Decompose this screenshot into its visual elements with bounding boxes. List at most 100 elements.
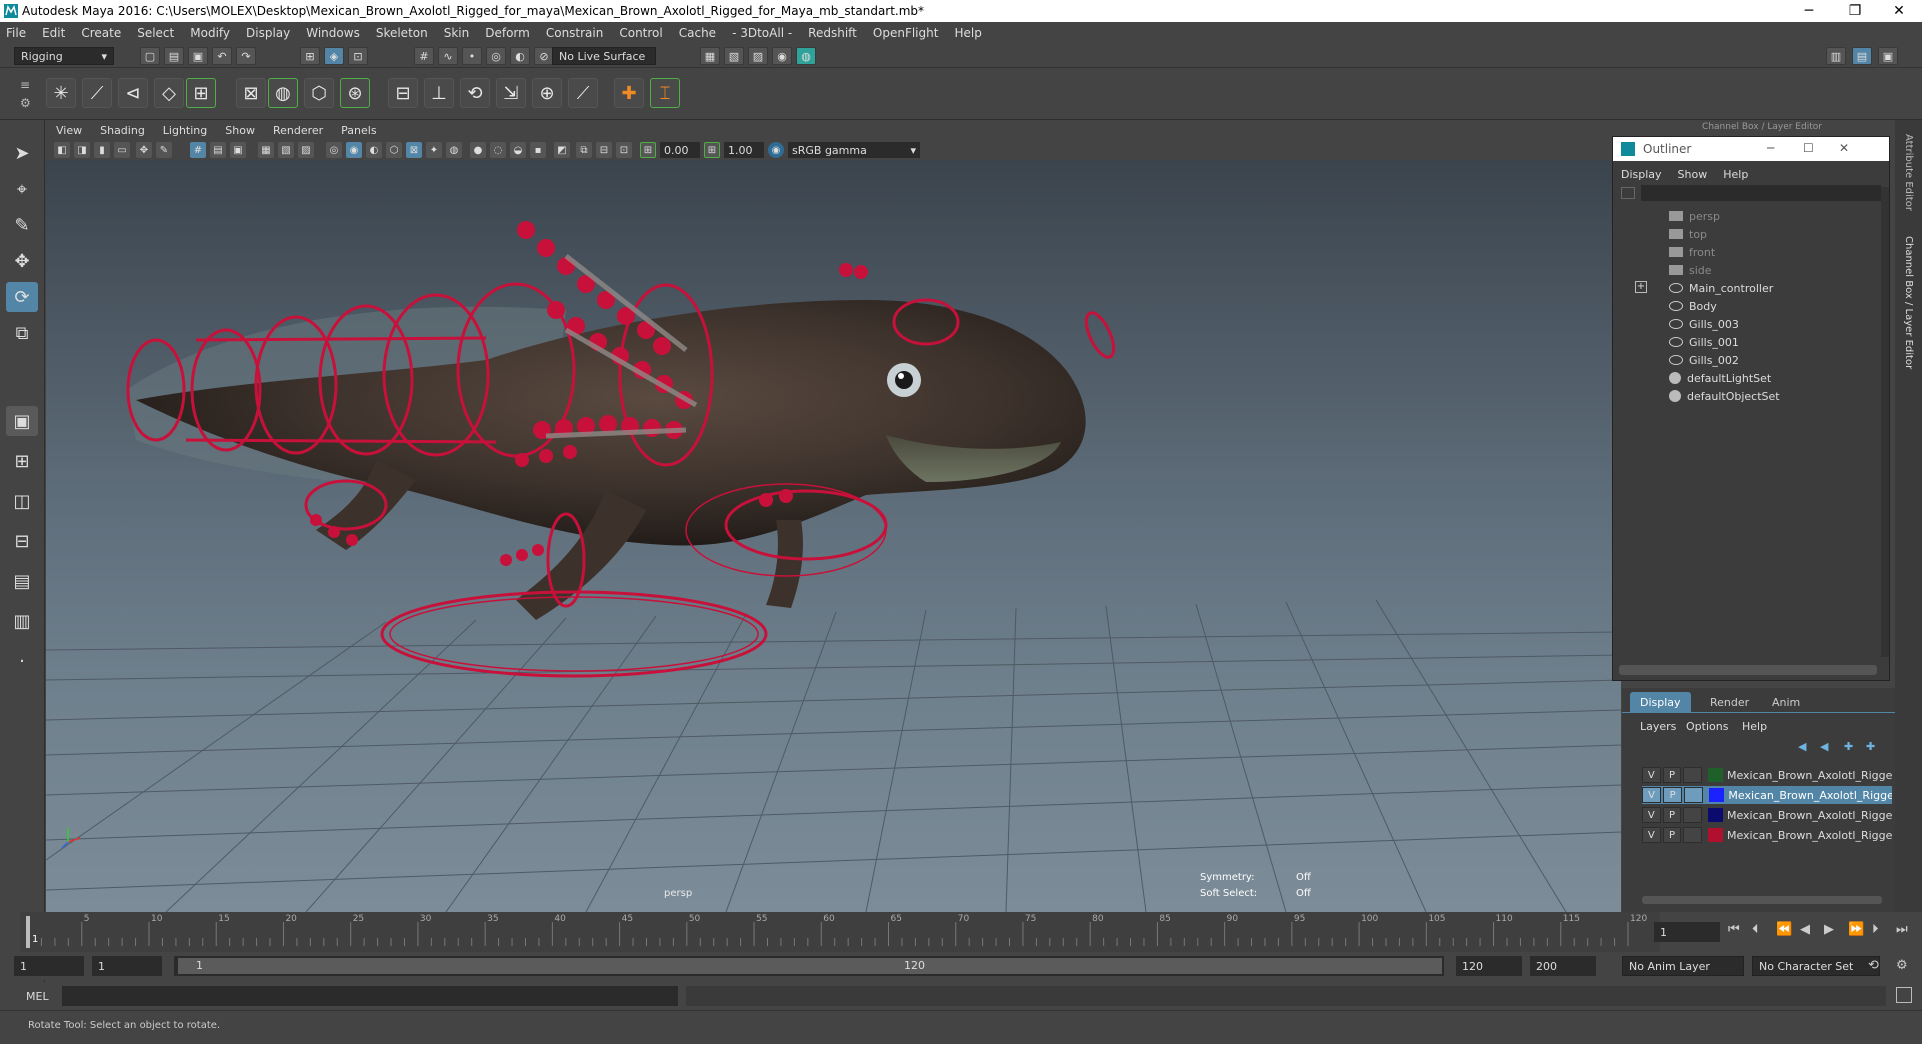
layer-color-swatch[interactable] (1708, 768, 1723, 782)
menu-create[interactable]: Create (81, 26, 121, 40)
locator-icon[interactable]: ✚ (614, 78, 644, 108)
render-view-icon[interactable]: ◍ (796, 47, 816, 65)
outliner-menu-display[interactable]: Display (1621, 168, 1662, 181)
layer-menu-options[interactable]: Options (1686, 720, 1728, 733)
outliner-item[interactable]: top (1669, 225, 1707, 243)
bookmark-icon[interactable]: ▮ (94, 142, 110, 158)
xray-joints-icon[interactable]: ⊟ (596, 142, 612, 158)
resolution-gate-icon[interactable]: ▣ (230, 142, 246, 158)
shelf-settings-icon[interactable]: ⚙ (20, 96, 31, 110)
outliner-menu-help[interactable]: Help (1723, 168, 1748, 181)
smooth-shade-icon[interactable]: ◉ (346, 142, 362, 158)
blend-shape-icon[interactable]: ⊛ (340, 78, 370, 108)
layer-visibility-toggle[interactable]: V (1642, 767, 1661, 783)
outliner-item[interactable]: side (1669, 261, 1712, 279)
scale-constraint-icon[interactable]: ⇲ (496, 78, 526, 108)
four-view-icon[interactable]: ⊞ (6, 446, 38, 476)
layer-row[interactable]: V P Mexican_Brown_Axolotl_Rigged_ (1642, 806, 1892, 824)
exposure-icon[interactable]: ⊞ (640, 142, 656, 158)
close-button[interactable]: ✕ (1839, 141, 1849, 155)
outliner-item[interactable]: Body (1669, 297, 1717, 315)
safe-action-icon[interactable]: ▨ (298, 142, 314, 158)
ambient-occlusion-icon[interactable]: ● (470, 142, 486, 158)
menu-deform[interactable]: Deform (485, 26, 530, 40)
camera-select-icon[interactable]: ◧ (54, 142, 70, 158)
menu-modify[interactable]: Modify (190, 26, 230, 40)
menu-display[interactable]: Display (246, 26, 290, 40)
xray-components-icon[interactable]: ⊡ (616, 142, 632, 158)
expand-icon[interactable]: + (1635, 281, 1647, 293)
outliner-item[interactable]: Main_controller (1669, 279, 1773, 297)
set-driven-key-icon[interactable]: ⌶ (650, 78, 680, 108)
persp-outliner-icon[interactable]: ▤ (6, 566, 38, 596)
layer-visibility-toggle[interactable]: V (1642, 787, 1662, 803)
live-surface-field[interactable]: No Live Surface (552, 47, 656, 65)
menu-skeleton[interactable]: Skeleton (376, 26, 428, 40)
range-slider-handle[interactable] (178, 958, 1442, 974)
grease-pencil-icon[interactable]: ✎ (156, 142, 172, 158)
insert-joint-icon[interactable]: ⟋ (82, 78, 112, 108)
render-current-icon[interactable]: ▦ (700, 47, 720, 65)
field-chart-icon[interactable]: ▧ (278, 142, 294, 158)
viewport-3d[interactable]: persp Symmetry: Off Soft Select: Off (46, 160, 1621, 912)
play-backward-icon[interactable]: ◀ (1800, 922, 1810, 937)
menu-constrain[interactable]: Constrain (546, 26, 604, 40)
select-component-icon[interactable]: ⊡ (348, 47, 368, 65)
menu-control[interactable]: Control (619, 26, 662, 40)
outliner-vscrollbar[interactable] (1881, 187, 1889, 657)
outliner-item[interactable]: persp (1669, 207, 1720, 225)
select-hierarchy-icon[interactable]: ⊞ (300, 47, 320, 65)
restore-button[interactable]: ❐ (1832, 0, 1878, 22)
open-scene-icon[interactable]: ▤ (164, 47, 184, 65)
layer-color-swatch[interactable] (1709, 788, 1725, 802)
paint-weights-icon[interactable]: ⊠ (236, 78, 266, 108)
isolate-select-icon[interactable]: ◩ (554, 142, 570, 158)
camera-attr-icon[interactable]: ◨ (74, 142, 90, 158)
anti-alias-icon[interactable]: ◒ (510, 142, 526, 158)
shadows-icon[interactable]: ◍ (446, 142, 462, 158)
mel-label[interactable]: MEL (26, 990, 49, 1003)
step-forward-key-icon[interactable]: ⏩ (1848, 922, 1864, 937)
film-gate-icon[interactable]: ▤ (210, 142, 226, 158)
new-layer-selected-icon[interactable]: ✚ (1866, 740, 1875, 753)
gamma-field[interactable]: 1.00 (724, 142, 764, 158)
go-to-end-icon[interactable]: ⏭ (1896, 922, 1908, 937)
gate-mask-icon[interactable]: ▦ (258, 142, 274, 158)
menu-cache[interactable]: Cache (679, 26, 716, 40)
play-forward-icon[interactable]: ▶ (1824, 922, 1834, 937)
layer-type-toggle[interactable] (1683, 767, 1703, 783)
render-settings-icon[interactable]: ▨ (748, 47, 768, 65)
maximize-button[interactable]: ☐ (1803, 141, 1814, 155)
outliner-item[interactable]: Gills_002 (1669, 351, 1739, 369)
close-button[interactable]: ✕ (1876, 0, 1922, 22)
current-frame-field[interactable]: 1 (1654, 922, 1720, 942)
layer-type-toggle[interactable] (1683, 807, 1703, 823)
outliner-item[interactable]: defaultLightSet (1669, 369, 1771, 387)
select-object-icon[interactable]: ◈ (324, 47, 344, 65)
gamma-icon[interactable]: ⊞ (704, 142, 720, 158)
menu-help[interactable]: Help (954, 26, 981, 40)
end-time-field[interactable]: 200 (1530, 956, 1596, 976)
menu-skin[interactable]: Skin (444, 26, 470, 40)
wireframe-icon[interactable]: ◎ (326, 142, 342, 158)
layer-row[interactable]: V P Mexican_Brown_Axolotl_Rigged (1642, 786, 1892, 804)
layer-playback-toggle[interactable]: P (1662, 767, 1682, 783)
new-layer-icon[interactable]: ✚ (1844, 740, 1853, 753)
move-layer-up-icon[interactable]: ◀ (1798, 740, 1806, 753)
menu-windows[interactable]: Windows (306, 26, 360, 40)
layer-playback-toggle[interactable]: P (1662, 807, 1682, 823)
hypershade-layout-icon[interactable]: ▥ (6, 606, 38, 636)
motion-blur-icon[interactable]: ◌ (490, 142, 506, 158)
menu-select[interactable]: Select (137, 26, 174, 40)
color-management-icon[interactable]: ◉ (768, 142, 784, 158)
undo-icon[interactable]: ↶ (212, 47, 232, 65)
step-forward-frame-icon[interactable]: ⏵ (1872, 922, 1879, 937)
orient-constraint-icon[interactable]: ⟲ (460, 78, 490, 108)
character-set-dropdown[interactable]: No Character Set (1752, 956, 1880, 976)
snap-point-icon[interactable]: • (462, 47, 482, 65)
layer-visibility-toggle[interactable]: V (1642, 827, 1661, 843)
save-scene-icon[interactable]: ▣ (188, 47, 208, 65)
hypershade-icon[interactable]: ◉ (772, 47, 792, 65)
start-time-field[interactable]: 1 (14, 956, 84, 976)
layer-menu-layers[interactable]: Layers (1640, 720, 1676, 733)
